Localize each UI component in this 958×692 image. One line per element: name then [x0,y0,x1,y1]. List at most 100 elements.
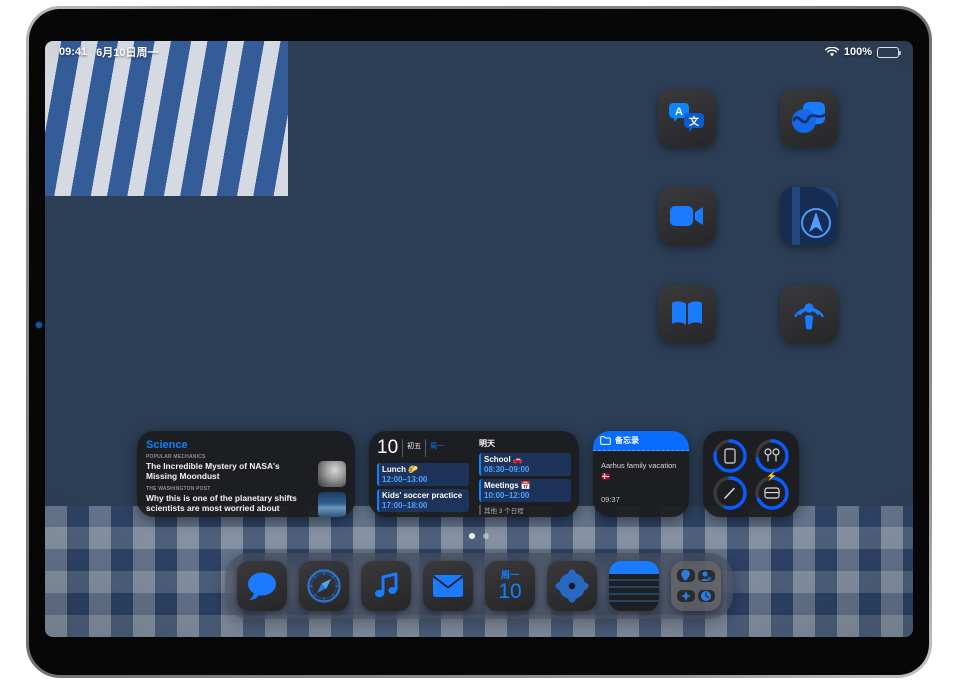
calendar-divider [402,438,404,457]
folder-mini-icon-clock [697,590,715,603]
svg-text:A: A [675,106,683,118]
app-icon-translate[interactable]: A 文 [658,89,716,147]
battery-percent-label: 100% [843,46,872,58]
wifi-icon [824,46,839,56]
status-bar-date: 6月10日周一 [96,47,159,59]
ipad-bezel: 09:41 6月10日周一 100% A 文 Science POPULAR M… [29,9,929,675]
notes-widget-header: 备忘录 [593,431,689,451]
messages-icon [248,572,276,600]
calendar-event-time: 08:30–09:00 [484,464,530,474]
dock-item-safari[interactable] [299,561,349,611]
dock-item-notes[interactable] [609,561,659,611]
calendar-lunar-date: 初五 [407,443,422,451]
facetime-icon [670,206,703,226]
dock-item-music[interactable] [361,561,411,611]
calendar-tomorrow-label: 明天 [479,439,495,448]
folder-mini-icon-contacts [697,569,715,582]
apple-pencil-icon [712,475,748,511]
dock-item-photos[interactable] [547,561,597,611]
folder-mini-icon-findmy [677,569,695,583]
notes-widget-title: 备忘录 [615,436,639,445]
calendar-event-time: 12:00–13:00 [382,474,428,484]
app-icon-maps[interactable] [780,187,838,245]
svg-text:文: 文 [689,115,700,128]
battery-cell-ipad [712,438,748,474]
location-pin-icon [681,570,691,582]
mail-icon [432,575,464,597]
battery-cell-airpods [754,438,790,474]
calendar-event-title: Meetings 📅 [484,480,531,490]
news-item-headline: Why this is one of the planetary shifts … [146,493,297,513]
calendar-tomorrow-column: 明天 School 🚗 08:30–09:00 Meetings 📅 10:00… [479,438,571,515]
app-icon-podcasts[interactable] [780,285,838,343]
notes-icon [609,561,659,611]
battery-cell-airpods-case: ⚡ [754,471,790,511]
dock-item-folder[interactable] [671,561,721,611]
news-widget-title: Science [146,439,188,451]
status-bar-right: 100% [824,46,901,58]
page-indicator [45,533,913,539]
notes-widget[interactable]: 备忘录 Aarhus family vacation 🇩🇰 09:37 [593,431,689,517]
dock-item-calendar[interactable]: 周一 10 [485,561,535,611]
calendar-event[interactable]: Meetings 📅 10:00–12:00 [479,479,571,502]
calendar-event-time: 17:00–18:00 [382,500,428,510]
page-dot-2[interactable] [483,533,489,539]
bezel-indicator-dot [36,322,42,328]
calendar-weekday: 周一 [430,443,445,451]
translate-icon: A 文 [669,103,704,132]
news-widget-body: POPULAR MECHANICS The Incredible Mystery… [146,454,346,517]
battery-widget[interactable]: ⚡ [703,431,799,517]
page-dot-1[interactable] [469,533,475,539]
calendar-day-number: 10 [377,437,399,458]
ipad-icon [712,438,748,474]
calendar-event-title: School 🚗 [484,454,523,464]
dock-calendar-weekday: 周一 [500,569,519,580]
app-icon-facetime[interactable] [658,187,716,245]
ipad-device-frame: 09:41 6月10日周一 100% A 文 Science POPULAR M… [26,6,932,678]
calendar-event-title: Lunch 🌮 [382,464,419,474]
dock-calendar-day: 10 [498,579,522,603]
freeform-icon [792,102,826,133]
screenshot-root: 09:41 6月10日周一 100% A 文 Science POPULAR M… [0,0,958,692]
app-icon-books[interactable] [658,285,716,343]
status-bar: 09:41 6月10日周一 100% [45,41,913,63]
podcasts-icon [794,303,824,330]
news-item-headline: The Incredible Mystery of NASA's Missing… [146,461,280,481]
books-icon [672,301,702,325]
note-text: Aarhus family vacation 🇩🇰 [601,461,677,481]
ipad-screen: 09:41 6月10日周一 100% A 文 Science POPULAR M… [45,41,913,637]
contacts-icon [701,571,712,581]
calendar-event-title: Kids' soccer practice [382,490,463,500]
clock-icon [701,591,712,602]
calendar-more-events-label[interactable]: 其他 3 个日程 [479,505,571,515]
news-thumbnail-list [318,454,346,517]
status-bar-time: 09:41 [59,46,88,58]
widget-row: Science POPULAR MECHANICS The Incredible… [137,431,799,517]
note-timestamp: 09:37 [601,495,620,504]
news-widget[interactable]: Science POPULAR MECHANICS The Incredible… [137,431,355,517]
shortcuts-icon [680,591,691,602]
maps-icon [780,187,838,245]
calendar-event[interactable]: Lunch 🌮 12:00–13:00 [377,463,469,486]
airpods-case-icon [754,475,790,511]
battery-cell-apple-pencil [712,475,748,511]
news-item[interactable]: The Washington Post Why this is one of t… [146,486,312,513]
folder-icon [600,436,611,445]
dock: 周一 10 [225,553,733,619]
music-icon [374,572,398,598]
notes-widget-body: Aarhus family vacation 🇩🇰 09:37 [593,451,689,513]
dock-item-mail[interactable] [423,561,473,611]
calendar-event[interactable]: School 🚗 08:30–09:00 [479,453,571,476]
calendar-today-column: 10 初五 周一 Lunch 🌮 12:00–13:00 Kids' socce… [377,438,469,512]
news-item-source: POPULAR MECHANICS [146,454,206,460]
news-item-source: The Washington Post [146,486,211,492]
calendar-widget[interactable]: 10 初五 周一 Lunch 🌮 12:00–13:00 Kids' socce… [369,431,579,517]
news-item[interactable]: POPULAR MECHANICS The Incredible Mystery… [146,454,312,481]
calendar-event[interactable]: Kids' soccer practice 17:00–18:00 [377,489,469,512]
app-icon-freeform[interactable] [780,89,838,147]
dock-item-messages[interactable] [237,561,287,611]
app-icon-grid: A 文 [641,89,861,343]
battery-icon [877,46,901,58]
calendar-date-header: 10 初五 周一 [377,438,469,457]
photos-icon [555,569,589,603]
